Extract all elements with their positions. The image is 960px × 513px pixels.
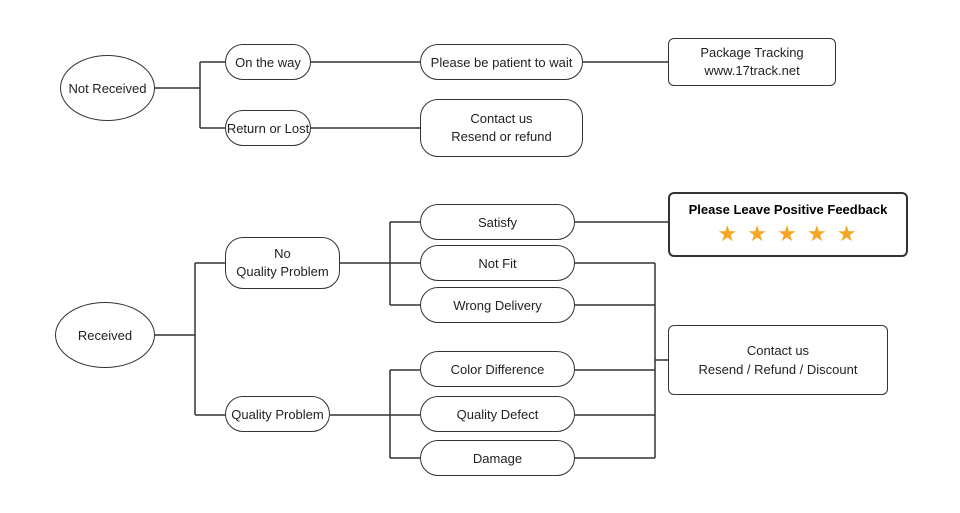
quality-problem-node: Quality Problem xyxy=(225,396,330,432)
not-fit-node: Not Fit xyxy=(420,245,575,281)
contact-resend-node: Contact usResend or refund xyxy=(420,99,583,157)
package-tracking-node: Package Trackingwww.17track.net xyxy=(668,38,836,86)
contact-resend-label: Contact usResend or refund xyxy=(451,110,551,146)
on-the-way-node: On the way xyxy=(225,44,311,80)
color-difference-label: Color Difference xyxy=(451,362,545,377)
package-tracking-label: Package Trackingwww.17track.net xyxy=(700,44,803,80)
satisfy-node: Satisfy xyxy=(420,204,575,240)
quality-defect-label: Quality Defect xyxy=(457,407,539,422)
no-quality-problem-label: NoQuality Problem xyxy=(236,245,328,281)
not-received-node: Not Received xyxy=(60,55,155,121)
stars-display: ★ ★ ★ ★ ★ xyxy=(682,221,894,247)
quality-problem-label: Quality Problem xyxy=(231,407,323,422)
return-or-lost-label: Return or Lost xyxy=(227,121,309,136)
color-difference-node: Color Difference xyxy=(420,351,575,387)
quality-defect-node: Quality Defect xyxy=(420,396,575,432)
diagram: Not Received On the way Return or Lost P… xyxy=(0,0,960,513)
patient-label: Please be patient to wait xyxy=(431,55,573,70)
damage-label: Damage xyxy=(473,451,522,466)
not-received-label: Not Received xyxy=(68,81,146,96)
on-the-way-label: On the way xyxy=(235,55,301,70)
return-or-lost-node: Return or Lost xyxy=(225,110,311,146)
feedback-box: Please Leave Positive Feedback ★ ★ ★ ★ ★ xyxy=(668,192,908,257)
not-fit-label: Not Fit xyxy=(478,256,516,271)
no-quality-problem-node: NoQuality Problem xyxy=(225,237,340,289)
wrong-delivery-label: Wrong Delivery xyxy=(453,298,542,313)
contact-refund-label: Contact usResend / Refund / Discount xyxy=(699,341,858,380)
feedback-label: Please Leave Positive Feedback xyxy=(682,202,894,217)
received-label: Received xyxy=(78,328,132,343)
satisfy-label: Satisfy xyxy=(478,215,517,230)
damage-node: Damage xyxy=(420,440,575,476)
contact-refund-node: Contact usResend / Refund / Discount xyxy=(668,325,888,395)
received-node: Received xyxy=(55,302,155,368)
patient-node: Please be patient to wait xyxy=(420,44,583,80)
wrong-delivery-node: Wrong Delivery xyxy=(420,287,575,323)
